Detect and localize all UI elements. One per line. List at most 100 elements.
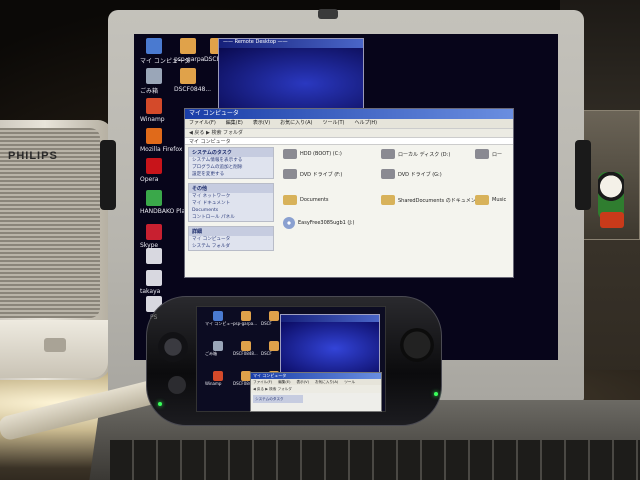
firefox-icon [146, 128, 162, 144]
opera-icon [146, 158, 162, 174]
psp-icon-label: DSCF0848... [233, 351, 258, 356]
psp-menu-item[interactable]: お気に入り(A) [315, 379, 338, 385]
task-link[interactable]: マイ ネットワーク [189, 193, 273, 200]
psp-power-led [158, 402, 162, 406]
folder-icon [475, 195, 489, 205]
task-link[interactable]: システム情報を表示する [189, 157, 273, 164]
task-link[interactable]: Documents [189, 207, 273, 214]
menu-item[interactable]: ヘルプ(H) [354, 119, 377, 128]
drive-icon [381, 169, 395, 179]
drive-icon [381, 149, 395, 159]
task-panel: その他 マイ ネットワーク マイ ドキュメント Documents コントロール パネル [188, 183, 274, 222]
psp-menu-item[interactable]: 表示(V) [297, 379, 309, 385]
drive-item[interactable]: DVD ドライブ (G:) [381, 169, 442, 179]
image-icon [180, 68, 196, 84]
laptop-latch [318, 9, 338, 19]
drive-label: ローカル ディスク (D:) [398, 151, 451, 158]
drive-item[interactable]: Documents [283, 195, 329, 205]
drive-label: Documents [300, 197, 329, 203]
psp-explorer-window[interactable]: マイ コンピュータ ファイル(F) 編集(E) 表示(V) お気に入り(A) ツール ◀… [250, 372, 382, 412]
psp-icon-glyph [269, 341, 279, 351]
psp-icon-label: マイ コンピュータ [205, 321, 233, 326]
drive-label: EasyFree3085ugb1 (J:) [298, 220, 355, 226]
psp-menu-item[interactable]: ツール [344, 379, 355, 385]
recycle-bin-icon [146, 68, 162, 84]
task-link[interactable]: コントロール パネル [189, 214, 273, 221]
psp-desktop-icon[interactable]: マイ コンピュータ [205, 311, 233, 339]
psp-remote-title [281, 315, 379, 322]
menu-item[interactable]: ツール(T) [323, 119, 345, 128]
computer-icon [146, 38, 162, 54]
explorer-toolbar[interactable]: ◀ 戻る ▶ 検索 フォルダ [185, 128, 513, 137]
drive-label: ロー [492, 151, 503, 158]
explorer-window[interactable]: マイ コンピュータ ファイル(F) 編集(E) 表示(V) お気に入り(A) ツール(T… [184, 108, 514, 278]
task-panel-title[interactable]: その他 [189, 184, 273, 193]
psp-face-buttons [400, 328, 434, 362]
speaker-button [44, 338, 66, 352]
skype-icon [146, 224, 162, 240]
task-link[interactable]: マイ コンピュータ [189, 236, 273, 243]
drive-label: DVD ドライブ (G:) [398, 171, 442, 178]
explorer-title: マイ コンピュータ [185, 109, 513, 119]
drive-icon [283, 149, 297, 159]
photo-scene: PHILIPS マイ コンピュータ ごみ箱 Winamp Mozilla Firefo… [0, 0, 640, 480]
psp-icon-glyph [213, 341, 223, 351]
laptop-keyboard [110, 440, 640, 480]
drive-item[interactable]: ローカル ディスク (D:) [381, 149, 450, 159]
shortcut-icon [146, 248, 162, 264]
menu-item[interactable]: 編集(E) [226, 119, 243, 128]
menu-item[interactable]: お気に入り(A) [280, 119, 312, 128]
psp-icon-label: ごみ箱 [205, 351, 217, 356]
drive-icon [475, 149, 489, 159]
laptop-hinge-right [575, 140, 591, 210]
psp-icon-glyph [241, 341, 251, 351]
drive-item[interactable]: ロー [475, 149, 502, 159]
laptop-hinge-left [100, 140, 116, 210]
task-link[interactable]: システム フォルダ [189, 243, 273, 250]
psp-icon-label: psp-garpa... [233, 321, 258, 326]
menu-item[interactable]: 表示(V) [253, 119, 270, 128]
drive-item[interactable]: Music [475, 195, 506, 205]
shortcut-icon [180, 38, 196, 54]
psp-dpad [158, 332, 188, 362]
drive-label: HDD (BOOT) (C:) [300, 151, 342, 157]
task-panel-title[interactable]: システムのタスク [189, 148, 273, 157]
task-panel: システムのタスク システム情報を表示する プログラムの追加と削除 設定を変更する [188, 147, 274, 179]
psp-desktop-icon[interactable]: DSCF0848... [233, 341, 261, 369]
figurine-base [600, 212, 624, 228]
drive-icon [283, 169, 297, 179]
player-icon [146, 190, 162, 206]
file-icon [146, 270, 162, 286]
psp-desktop-icon[interactable]: ごみ箱 [205, 341, 233, 369]
folder-icon [381, 195, 395, 205]
psp-explorer-toolbar[interactable]: ◀ 戻る ▶ 検索 フォルダ [251, 385, 381, 393]
psp-wlan-led [434, 392, 438, 396]
psp-desktop-icon[interactable]: psp-garpa... [233, 311, 261, 339]
drive-item[interactable]: SharedDocuments のドキュメント [381, 195, 481, 205]
menu-item[interactable]: ファイル(F) [189, 119, 216, 128]
psp-desktop-icon[interactable]: Winamp [205, 371, 233, 399]
explorer-address-bar[interactable]: マイ コンピュータ [185, 137, 513, 145]
psp-icon-label: Winamp [205, 381, 222, 386]
task-panel-title[interactable]: 詳細 [189, 227, 273, 236]
task-link[interactable]: マイ ドキュメント [189, 200, 273, 207]
task-link[interactable]: 設定を変更する [189, 171, 273, 178]
drive-label: SharedDocuments のドキュメント [398, 197, 481, 204]
psp-analog-stick [168, 376, 186, 394]
psp-icon-glyph [269, 311, 279, 321]
drive-item[interactable]: EasyFree3085ugb1 (J:) [283, 217, 354, 229]
psp-logo: PS [150, 314, 158, 321]
cd-icon [283, 217, 295, 229]
psp-icon-glyph [213, 371, 223, 381]
task-link[interactable]: プログラムの追加と削除 [189, 164, 273, 171]
winamp-icon [146, 98, 162, 114]
speaker-brand: PHILIPS [8, 150, 58, 162]
task-panel: 詳細 マイ コンピュータ システム フォルダ [188, 226, 274, 251]
drive-item[interactable]: HDD (BOOT) (C:) [283, 149, 342, 159]
explorer-task-pane: システムのタスク システム情報を表示する プログラムの追加と削除 設定を変更する その他… [188, 147, 274, 277]
psp-remote-body [281, 322, 379, 375]
psp-remote-window[interactable] [280, 314, 380, 376]
drive-item[interactable]: DVD ドライブ (F:) [283, 169, 342, 179]
psp-icon-glyph [241, 311, 251, 321]
psp-icon-glyph [213, 311, 223, 321]
